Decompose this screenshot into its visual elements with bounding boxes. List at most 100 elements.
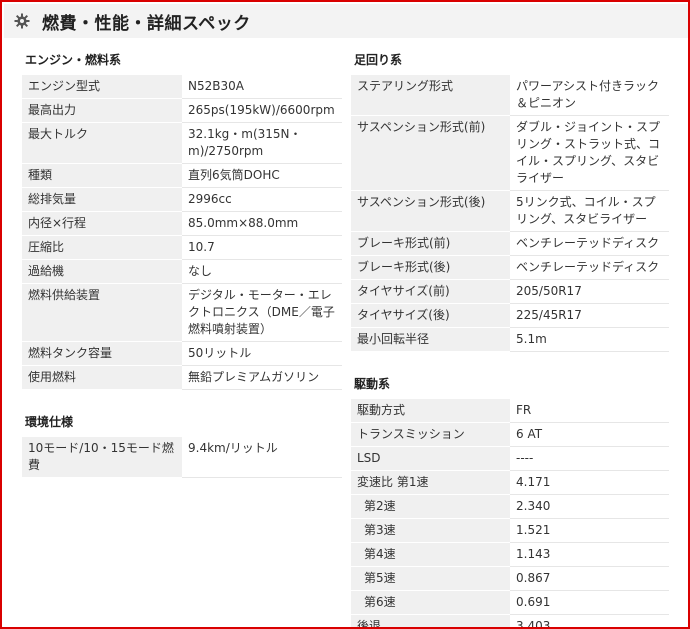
spec-value: 6 AT [510, 422, 669, 447]
spec-row: 最高出力 265ps(195kW)/6600rpm [22, 98, 342, 123]
spec-value: 265ps(195kW)/6600rpm [182, 98, 342, 123]
spec-label: 過給機 [22, 259, 182, 284]
spec-label: 第3速 [351, 518, 510, 543]
engine-spec-table: エンジン型式 N52B30A 最高出力 265ps(195kW)/6600rpm 最大ト… [22, 75, 342, 390]
spec-label: 燃料タンク容量 [22, 341, 182, 366]
spec-value: 50リットル [182, 341, 342, 366]
spec-row: サスペンション形式(後) 5リンク式、コイル・スプリング、スタビライザー [351, 190, 669, 232]
spec-value: 32.1kg・m(315N・m)/2750rpm [182, 122, 342, 164]
spec-value: 1.521 [510, 518, 669, 543]
section-title-suspension: 足回り系 [354, 53, 403, 67]
spec-row: 第6速 0.691 [351, 590, 669, 615]
spec-value: N52B30A [182, 75, 342, 99]
spec-value: 無鉛プレミアムガソリン [182, 365, 342, 390]
spec-row: 駆動方式 FR [351, 399, 669, 423]
spec-value: なし [182, 259, 342, 284]
spec-label: 10モード/10・15モード燃費 [22, 437, 182, 478]
section-title-environment: 環境仕様 [25, 415, 74, 429]
spec-label: 第4速 [351, 542, 510, 567]
spec-value: 9.4km/リットル [182, 437, 342, 478]
spec-row: 第5速 0.867 [351, 566, 669, 591]
spec-label: タイヤサイズ(前) [351, 279, 510, 304]
spec-label: 後退 [351, 614, 510, 627]
spec-row: 最大トルク 32.1kg・m(315N・m)/2750rpm [22, 122, 342, 164]
spec-row: 最小回転半径 5.1m [351, 327, 669, 352]
spec-label: サスペンション形式(前) [351, 115, 510, 191]
spec-value: 2996cc [182, 187, 342, 212]
spec-row: 燃料タンク容量 50リットル [22, 341, 342, 366]
spec-value: ダブル・ジョイント・スプリング・ストラット式、コイル・スプリング、スタビライザー [510, 115, 669, 191]
spec-label: 最高出力 [22, 98, 182, 123]
spec-row: 過給機 なし [22, 259, 342, 284]
environment-spec-table: 10モード/10・15モード燃費 9.4km/リットル [22, 437, 342, 478]
panel-header: 燃費・性能・詳細スペック [4, 4, 688, 38]
spec-label: 種類 [22, 163, 182, 188]
spec-label: 燃料供給装置 [22, 283, 182, 342]
spec-row: サスペンション形式(前) ダブル・ジョイント・スプリング・ストラット式、コイル・ス… [351, 115, 669, 191]
spec-label: 使用燃料 [22, 365, 182, 390]
spec-value: 0.691 [510, 590, 669, 615]
spec-row: タイヤサイズ(後) 225/45R17 [351, 303, 669, 328]
spec-value: FR [510, 399, 669, 423]
spec-label: エンジン型式 [22, 75, 182, 99]
spec-row: トランスミッション 6 AT [351, 422, 669, 447]
spec-label: 駆動方式 [351, 399, 510, 423]
section-title-drivetrain: 駆動系 [354, 377, 391, 391]
spec-value: 85.0mm×88.0mm [182, 211, 342, 236]
spec-row: 10モード/10・15モード燃費 9.4km/リットル [22, 437, 342, 478]
spec-row: エンジン型式 N52B30A [22, 75, 342, 99]
spec-row: ステアリング形式 パワーアシスト付きラック＆ピニオン [351, 75, 669, 116]
spec-value: 10.7 [182, 235, 342, 260]
spec-value: 1.143 [510, 542, 669, 567]
spec-row: 変速比 第1速 4.171 [351, 470, 669, 495]
spec-label: 第6速 [351, 590, 510, 615]
spec-label: 内径×行程 [22, 211, 182, 236]
spec-value: 直列6気筒DOHC [182, 163, 342, 188]
spec-panel: 燃費・性能・詳細スペック エンジン・燃料系 エンジン型式 N52B30A 最高出力 2… [0, 0, 690, 629]
spec-value: 5.1m [510, 327, 669, 352]
page-title: 燃費・性能・詳細スペック [42, 13, 251, 34]
spec-row: 使用燃料 無鉛プレミアムガソリン [22, 365, 342, 390]
spec-value: 205/50R17 [510, 279, 669, 304]
spec-row: 第3速 1.521 [351, 518, 669, 543]
spec-value: デジタル・モーター・エレクトロニクス（DME／電子燃料噴射装置） [182, 283, 342, 342]
spec-row: LSD ---- [351, 446, 669, 471]
spec-row: ブレーキ形式(後) ベンチレーテッドディスク [351, 255, 669, 280]
spec-value: 4.171 [510, 470, 669, 495]
spec-label: ブレーキ形式(後) [351, 255, 510, 280]
spec-label: トランスミッション [351, 422, 510, 447]
spec-row: 圧縮比 10.7 [22, 235, 342, 260]
right-column: 足回り系 ステアリング形式 パワーアシスト付きラック＆ピニオン サスペンション形式(… [351, 42, 669, 627]
spec-row: 総排気量 2996cc [22, 187, 342, 212]
spec-label: 最大トルク [22, 122, 182, 164]
spec-row: 内径×行程 85.0mm×88.0mm [22, 211, 342, 236]
spec-label: ブレーキ形式(前) [351, 231, 510, 256]
section-title-engine: エンジン・燃料系 [25, 53, 122, 67]
spec-value: 5リンク式、コイル・スプリング、スタビライザー [510, 190, 669, 232]
spec-label: ステアリング形式 [351, 75, 510, 116]
spec-label: 圧縮比 [22, 235, 182, 260]
spec-value: ---- [510, 446, 669, 471]
spec-label: タイヤサイズ(後) [351, 303, 510, 328]
spec-value: パワーアシスト付きラック＆ピニオン [510, 75, 669, 116]
left-column: エンジン・燃料系 エンジン型式 N52B30A 最高出力 265ps(195kW)/6… [22, 42, 342, 478]
spec-value: ベンチレーテッドディスク [510, 231, 669, 256]
spec-label: 第5速 [351, 566, 510, 591]
gear-icon [14, 10, 36, 32]
spec-value: ベンチレーテッドディスク [510, 255, 669, 280]
spec-label: サスペンション形式(後) [351, 190, 510, 232]
spec-row: 燃料供給装置 デジタル・モーター・エレクトロニクス（DME／電子燃料噴射装置） [22, 283, 342, 342]
spec-value: 225/45R17 [510, 303, 669, 328]
spec-value: 0.867 [510, 566, 669, 591]
suspension-spec-table: ステアリング形式 パワーアシスト付きラック＆ピニオン サスペンション形式(前) ダブル… [351, 75, 669, 352]
spec-row: ブレーキ形式(前) ベンチレーテッドディスク [351, 231, 669, 256]
spec-label: 最小回転半径 [351, 327, 510, 352]
spec-label: LSD [351, 446, 510, 471]
spec-label: 総排気量 [22, 187, 182, 212]
spec-row: 第2速 2.340 [351, 494, 669, 519]
spec-label: 第2速 [351, 494, 510, 519]
spec-row: 後退 3.403 [351, 614, 669, 627]
spec-value: 3.403 [510, 614, 669, 627]
spec-row: 第4速 1.143 [351, 542, 669, 567]
spec-value: 2.340 [510, 494, 669, 519]
